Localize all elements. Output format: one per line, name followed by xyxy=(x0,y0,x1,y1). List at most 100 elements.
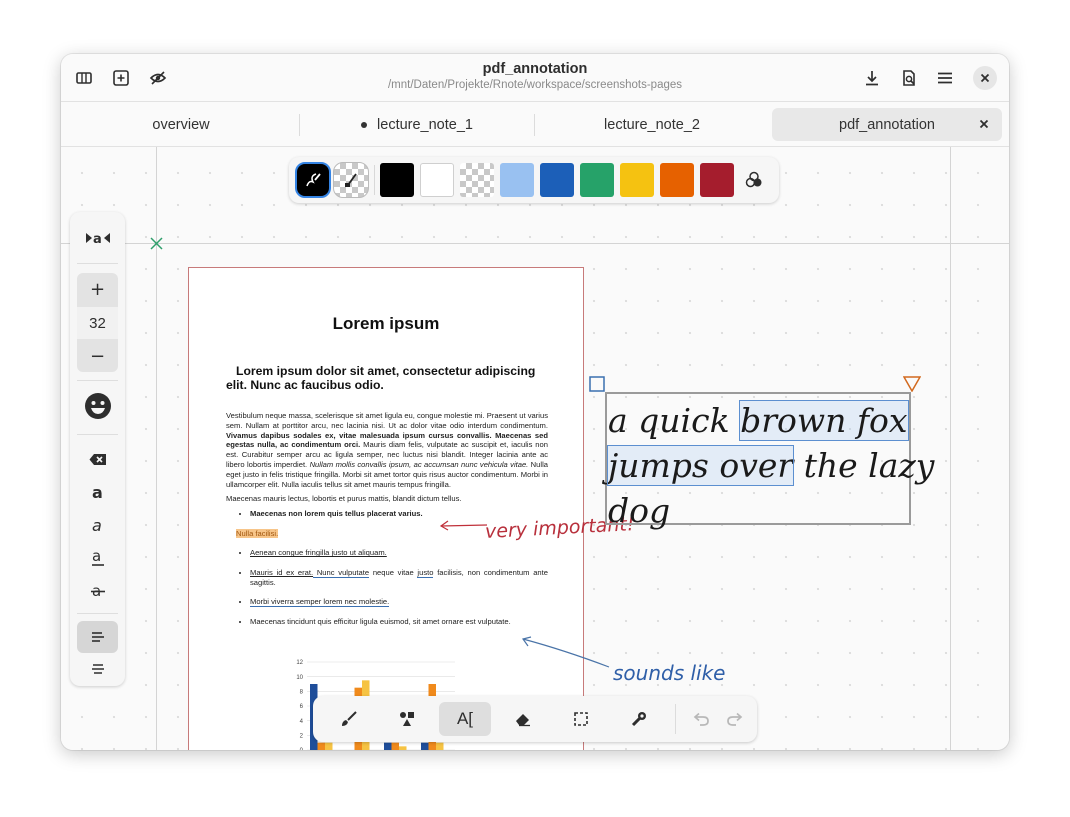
chart-bar xyxy=(391,742,399,750)
tab-overview[interactable]: overview xyxy=(66,108,296,141)
underlined-text: Nunc vulputate xyxy=(313,567,370,578)
typewriter-textbox[interactable]: a quick brown fox jumps over the lazy do… xyxy=(605,392,934,530)
pdf-text: Maecenas tincidunt quis efficitur ligula… xyxy=(250,616,511,626)
strikethrough-icon: a xyxy=(90,583,105,599)
chart-y-tick-label: 2 xyxy=(300,734,304,740)
chart-y-tick-label: 8 xyxy=(300,690,304,696)
typewriter-icon: A[ xyxy=(456,709,474,728)
chart-y-tick-label: 6 xyxy=(300,704,304,710)
undo-icon xyxy=(693,712,709,726)
align-left-button[interactable] xyxy=(77,621,118,653)
italic-icon: a xyxy=(92,517,102,533)
chart-bar xyxy=(384,742,392,750)
tab-label: overview xyxy=(152,116,210,133)
svg-text:a: a xyxy=(92,484,103,500)
color-swatch-black[interactable] xyxy=(380,163,414,197)
brush-icon xyxy=(342,711,357,726)
color-swatch-orange[interactable] xyxy=(660,163,694,197)
tab-lecture-note-1[interactable]: lecture_note_1 xyxy=(302,108,532,141)
focus-mode-icon xyxy=(149,71,167,85)
color-swatch-blue[interactable] xyxy=(540,163,574,197)
sidebar-toggle-icon xyxy=(76,72,92,84)
app-window: pdf_annotation /mnt/Daten/Projekte/Rnote… xyxy=(61,54,1009,750)
eraser-tool-button[interactable] xyxy=(497,702,549,736)
emoji-picker-button[interactable] xyxy=(77,388,118,424)
text-alignment-menu-button[interactable]: a xyxy=(77,222,118,254)
close-icon xyxy=(980,73,990,83)
color-swatch-transparent[interactable] xyxy=(460,163,494,197)
tools-button[interactable] xyxy=(613,702,665,736)
font-size-decrease-button[interactable]: − xyxy=(77,340,118,372)
main-menu-button[interactable] xyxy=(929,62,961,94)
tools-icon xyxy=(631,712,646,727)
drawing-canvas[interactable]: Lorem ipsum Lorem ipsum dolor sit amet, … xyxy=(61,147,1009,750)
color-swatch-white[interactable] xyxy=(420,163,454,197)
shaper-icon xyxy=(400,712,414,726)
origin-marker-icon xyxy=(150,237,163,250)
undo-button[interactable] xyxy=(683,702,719,736)
text-settings-icon: a xyxy=(85,232,110,245)
color-swatch-light-blue[interactable] xyxy=(500,163,534,197)
tab-label: pdf_annotation xyxy=(839,116,935,133)
close-icon xyxy=(979,119,989,129)
typewriter-tool-button[interactable]: A[ xyxy=(439,702,491,736)
arrow-annotation xyxy=(439,520,488,531)
fill-color-icon xyxy=(345,173,357,187)
focus-mode-button[interactable] xyxy=(142,62,174,94)
new-file-button[interactable] xyxy=(105,62,137,94)
font-size-increase-button[interactable]: + xyxy=(77,273,118,305)
window-subtitle: /mnt/Daten/Projekte/Rnote/workspace/scre… xyxy=(387,79,683,91)
sidebar-toggle-button[interactable] xyxy=(68,62,100,94)
export-button[interactable] xyxy=(856,62,888,94)
bold-icon: a xyxy=(92,484,103,500)
menu-icon xyxy=(938,72,952,84)
font-size-value[interactable]: 32 xyxy=(77,307,118,339)
color-swatch-yellow[interactable] xyxy=(620,163,654,197)
color-swatch-red[interactable] xyxy=(700,163,734,197)
separator xyxy=(675,704,676,734)
fill-color-button[interactable] xyxy=(333,162,369,198)
shaper-tool-button[interactable] xyxy=(381,702,433,736)
chart-bar xyxy=(436,742,444,750)
svg-text:a: a xyxy=(93,232,102,245)
eraser-icon xyxy=(516,714,530,727)
color-swatch-green[interactable] xyxy=(580,163,614,197)
handwritten-note-sounds-like: sounds like xyxy=(613,661,726,685)
redo-button[interactable] xyxy=(717,702,753,736)
clear-formatting-button[interactable] xyxy=(77,443,118,475)
brush-tool-button[interactable] xyxy=(323,702,375,736)
textbox-move-handle-icon[interactable] xyxy=(589,376,605,392)
underlined-text: Morbi viverra semper lorem nec molestie. xyxy=(250,597,390,608)
pdf-page[interactable]: Lorem ipsum Lorem ipsum dolor sit amet, … xyxy=(188,267,584,750)
separator xyxy=(77,613,118,614)
tab-pdf-annotation[interactable]: pdf_annotation xyxy=(772,108,1002,141)
tab-lecture-note-2[interactable]: lecture_note_2 xyxy=(537,108,767,141)
strikethrough-button[interactable]: a xyxy=(77,575,118,607)
pdf-paragraph: Vestibulum neque massa, scelerisque sit … xyxy=(226,411,548,489)
custom-color-button[interactable] xyxy=(742,168,766,192)
textbox-resize-handle-icon[interactable] xyxy=(903,376,921,392)
selector-tool-button[interactable] xyxy=(555,702,607,736)
modified-indicator xyxy=(361,121,368,128)
tab-separator xyxy=(534,114,535,136)
tab-bar: overview lecture_note_1 lecture_note_2 p… xyxy=(61,101,1009,147)
document-border-top xyxy=(61,243,1009,244)
document-settings-button[interactable] xyxy=(893,62,925,94)
chart-y-tick-label: 0 xyxy=(300,748,304,750)
tab-close-button[interactable] xyxy=(976,116,992,132)
text-run: the lazy xyxy=(793,446,935,485)
align-center-button[interactable] xyxy=(77,653,118,685)
window-close-button[interactable] xyxy=(973,66,997,90)
pdf-text-bold: Maecenas non lorem quis tellus placerat … xyxy=(250,509,423,519)
text-run: dog xyxy=(608,491,671,530)
typewriter-text[interactable]: a quick brown fox jumps over the lazy do… xyxy=(606,398,934,533)
pdf-subtitle: Lorem ipsum dolor sit amet, consectetur … xyxy=(226,364,536,392)
chart-bar xyxy=(317,742,325,750)
stroke-color-button[interactable] xyxy=(295,162,331,198)
italic-button[interactable]: a xyxy=(77,509,118,541)
separator xyxy=(374,165,375,195)
bold-button[interactable]: a xyxy=(77,476,118,508)
underline-button[interactable]: a xyxy=(77,542,118,574)
list-item: Maecenas non lorem quis tellus placerat … xyxy=(250,509,548,519)
tab-label: lecture_note_1 xyxy=(377,116,473,133)
